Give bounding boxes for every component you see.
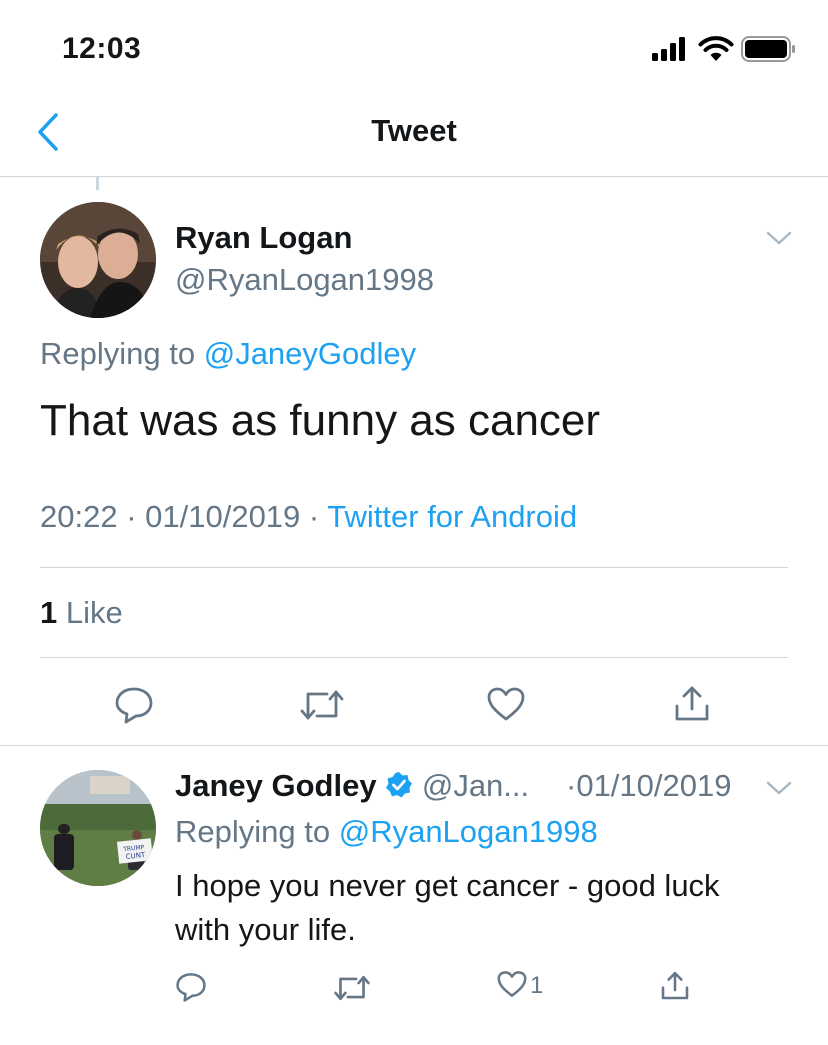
reply-retweet-button[interactable] (333, 974, 371, 1002)
retweet-button[interactable] (299, 688, 345, 722)
reply-replying-prefix: Replying to (175, 814, 339, 849)
tweet-options-button[interactable] (766, 228, 792, 253)
tweet-time: 20:22 (40, 499, 118, 534)
reply-icon (115, 687, 153, 724)
page-title: Tweet (371, 113, 457, 148)
share-icon (661, 971, 689, 1000)
avatar-janey-godley[interactable]: TRUMP CUNT (40, 770, 156, 886)
tweet-text: That was as funny as cancer (40, 396, 601, 445)
reply-header: Janey Godley @Jan... (175, 768, 529, 807)
reply-likes-count: 1 (530, 972, 544, 999)
battery-icon (741, 36, 797, 69)
reply-text-line1: I hope you never get cancer - good luck (175, 868, 720, 903)
status-time: 12:03 (62, 32, 142, 65)
likes-stat[interactable]: 1 Like (40, 595, 123, 631)
reply-reply-button[interactable] (175, 972, 207, 1002)
likes-label: Like (65, 595, 123, 630)
share-button[interactable] (673, 684, 711, 724)
tweet-meta: 20:22 · 01/10/2019 · Twitter for Android (40, 499, 578, 534)
reply-share-button[interactable] (659, 970, 691, 1002)
retweet-icon (334, 975, 370, 1001)
reply-icon (176, 973, 206, 1002)
reply-text-line2: with your life. (175, 912, 356, 947)
retweet-icon (300, 690, 344, 720)
tweet-date: 01/10/2019 (145, 499, 301, 534)
wifi-icon (698, 35, 734, 68)
verified-badge-icon (385, 771, 413, 807)
reply-date: ·01/10/2019 (566, 768, 732, 803)
chevron-down-icon (766, 231, 792, 245)
author-handle[interactable]: @RyanLogan1998 (175, 262, 434, 298)
reply-author-name[interactable]: Janey Godley (175, 768, 377, 803)
reply-options-button[interactable] (766, 778, 792, 803)
replying-to-line: Replying to @JaneyGodley (40, 336, 416, 372)
reply-replying-to-link[interactable]: @RyanLogan1998 (339, 814, 598, 849)
meta-divider (40, 567, 788, 568)
chevron-down-icon (766, 781, 792, 795)
replying-prefix: Replying to (40, 336, 204, 371)
share-icon (675, 686, 709, 721)
tweet-source-link[interactable]: Twitter for Android (327, 499, 577, 534)
nav-divider (0, 176, 828, 177)
reply-author-handle[interactable]: @Jan... (422, 768, 529, 803)
reply-button[interactable] (114, 686, 154, 724)
replying-to-link[interactable]: @JaneyGodley (204, 336, 416, 371)
avatar-ryan-logan[interactable] (40, 202, 156, 318)
signal-icon (650, 37, 690, 66)
likes-count: 1 (40, 595, 58, 630)
heart-icon (497, 971, 527, 997)
stats-divider (40, 657, 788, 658)
author-name[interactable]: Ryan Logan (175, 220, 352, 256)
like-button[interactable] (486, 686, 526, 722)
heart-icon (487, 687, 525, 721)
thread-line (96, 176, 99, 190)
reply-replying-to-line: Replying to @RyanLogan1998 (175, 814, 598, 850)
tweet-divider (0, 745, 828, 746)
reply-like-button[interactable]: 1 (496, 970, 543, 998)
